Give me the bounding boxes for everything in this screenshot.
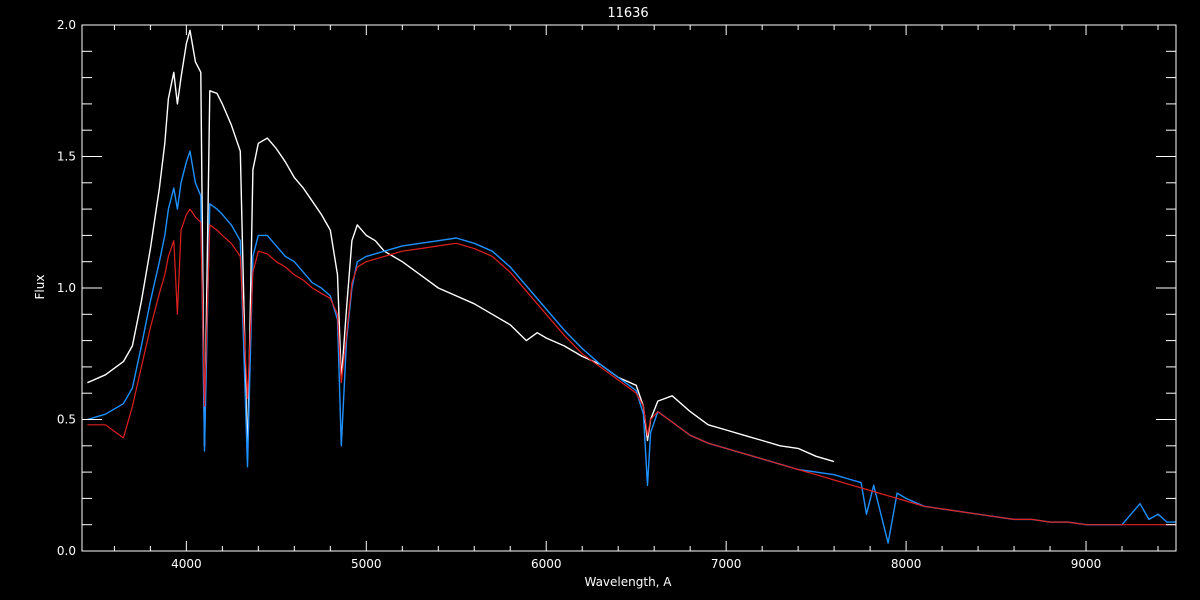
y-tick-label: 0.0	[57, 544, 76, 558]
x-tick-label: 4000	[171, 557, 202, 571]
y-tick-label: 0.5	[57, 413, 76, 427]
x-tick-label: 8000	[891, 557, 922, 571]
y-tick-label: 1.5	[57, 150, 76, 164]
y-tick-label: 2.0	[57, 18, 76, 32]
y-tick-label: 1.0	[57, 281, 76, 295]
spectrum-chart: 11636 Wavelength, A Flux 4000 5000 6000 700…	[0, 0, 1200, 600]
x-tick-label: 9000	[1071, 557, 1102, 571]
x-tick-label: 5000	[351, 557, 382, 571]
x-tick-label: 6000	[531, 557, 562, 571]
y-axis-label: Flux	[33, 275, 47, 300]
x-axis-label: Wavelength, A	[584, 575, 672, 589]
chart-title: 11636	[607, 6, 648, 21]
x-tick-label: 7000	[711, 557, 742, 571]
